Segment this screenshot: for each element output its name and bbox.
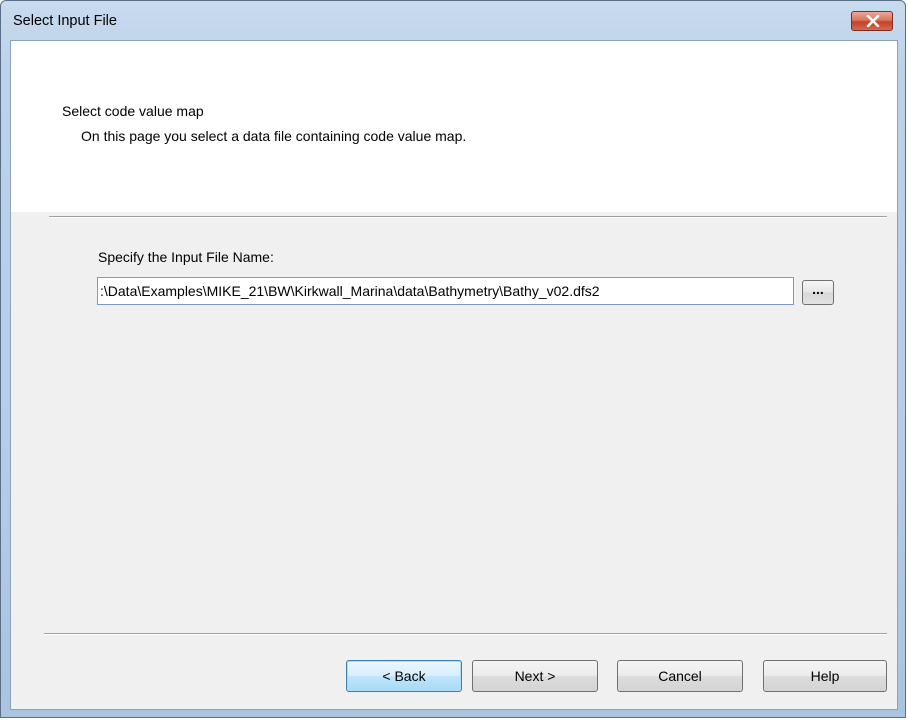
help-button[interactable]: Help: [763, 660, 887, 692]
page-heading: Select code value map: [62, 103, 204, 119]
browse-button[interactable]: ...: [802, 280, 834, 305]
header-divider: [49, 216, 887, 218]
dialog-body: Select code value map On this page you s…: [10, 40, 898, 710]
wizard-header: Select code value map On this page you s…: [11, 41, 897, 212]
next-button[interactable]: Next >: [472, 660, 598, 692]
dialog-window: Select Input File Select code value map …: [0, 0, 906, 718]
input-file-field[interactable]: [97, 277, 794, 305]
close-button[interactable]: [851, 11, 893, 31]
cancel-button[interactable]: Cancel: [617, 660, 743, 692]
footer-divider: [44, 633, 887, 635]
close-icon: [866, 15, 880, 27]
input-file-label: Specify the Input File Name:: [98, 249, 274, 265]
back-button[interactable]: < Back: [346, 660, 462, 692]
title-bar[interactable]: Select Input File: [1, 1, 905, 41]
window-title: Select Input File: [13, 13, 117, 29]
page-description: On this page you select a data file cont…: [81, 128, 467, 144]
